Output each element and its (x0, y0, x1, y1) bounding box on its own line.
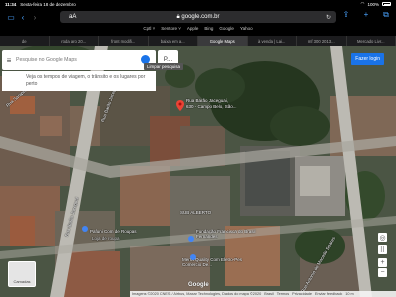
maps-search-box[interactable]: ≡ Pesquise no Google Maps ⌕ (2, 50, 156, 70)
clear-search-tooltip: Limpar pesquisa (144, 63, 184, 70)
poi-label: Pafuni Com de Roupas (90, 229, 137, 234)
status-bar: 11:34 Sexta-feira 18 de dezembro ◠ 100% (0, 0, 396, 8)
sign-in-button[interactable]: Fazer login (351, 53, 384, 65)
shopping-pin-icon[interactable] (82, 226, 88, 232)
wifi-icon: ◠ (360, 1, 365, 6)
footer-link[interactable]: Enviar feedback (315, 292, 342, 296)
imagery-credit: Imagens ©2020 CNES / Airbus, Maxar Techn… (132, 292, 262, 296)
zoom-in-button[interactable]: + (378, 258, 387, 267)
footer-link[interactable]: Termos (277, 292, 289, 296)
sidebar-icon[interactable]: ▭ (5, 13, 17, 22)
lock-icon: 🔒︎ (176, 13, 180, 20)
favorite-item[interactable]: Cptl ˅ (143, 26, 155, 35)
share-icon[interactable]: ⇪ (340, 10, 352, 20)
favorite-item[interactable]: Yahoo (240, 26, 253, 35)
shopping-pin-icon[interactable] (190, 254, 196, 260)
map-grid-icon[interactable]: ⠿ (378, 245, 387, 254)
footer-link[interactable]: Brasil (264, 292, 274, 296)
tab[interactable]: Mercado Livr... (347, 36, 396, 46)
tab[interactable]: baixa em a... (149, 36, 198, 46)
status-time: 11:34 (5, 1, 17, 7)
tab[interactable]: front modifi... (99, 36, 149, 46)
battery-icon (382, 2, 391, 6)
footer-link[interactable]: Privacidade (292, 292, 312, 296)
layers-label: Camadas (13, 279, 31, 284)
favorite-item[interactable]: Apple (187, 26, 199, 35)
poi-label: SUB ALBERTO (180, 210, 212, 215)
poi-sublabel: Loja de roupa (92, 236, 120, 241)
zoom-out-button[interactable]: − (378, 268, 387, 277)
shopping-pin-icon[interactable] (188, 236, 194, 242)
address-domain-text: google.com.br (181, 13, 220, 20)
new-tab-icon[interactable]: + (360, 10, 372, 20)
address-bar[interactable]: aA 🔒︎ google.com.br ↻ (60, 11, 336, 23)
tab[interactable]: roda aro 20... (50, 36, 99, 46)
tab-bar: de roda aro 20... front modifi... baixa … (0, 36, 396, 46)
tab[interactable]: de (0, 36, 50, 46)
tab[interactable]: à venda | Lai... (248, 36, 297, 46)
travel-hint[interactable]: Veja os tempos de viagem, o trânsito e o… (2, 71, 156, 91)
address-domain: 🔒︎ google.com.br (60, 14, 336, 21)
battery-percent: 100% (367, 1, 379, 7)
tab[interactable]: mf 300 2013... (297, 36, 347, 46)
google-logo: Google (188, 282, 209, 288)
toolbar-right: ⇪ + ⧉ (340, 10, 392, 20)
favorite-item[interactable]: Google (219, 26, 234, 35)
menu-icon[interactable]: ≡ (2, 56, 16, 65)
place-pin-icon[interactable] (176, 100, 184, 111)
forward-icon[interactable]: › (29, 13, 41, 22)
safari-window: { "status": {"time": "11:34", "date": "S… (0, 0, 396, 297)
layers-toggle[interactable]: Camadas (8, 261, 36, 287)
scale-label: 10 m (345, 292, 354, 296)
place-address-line2: 630 - Campo Belo, São... (186, 104, 237, 109)
favorites-bar: Cptl ˅ Sentore ˅ Apple Bing Google Yahoo (0, 26, 396, 35)
my-location-icon[interactable]: ◎ (378, 233, 387, 242)
back-icon[interactable]: ‹ (17, 13, 29, 22)
favorite-item[interactable]: Bing (204, 26, 213, 35)
favorite-item[interactable]: Sentore ˅ (161, 26, 181, 35)
poi-label: Fundação Francisca do Brasil Fernandes (196, 229, 256, 239)
tab-google-maps[interactable]: Google Maps (198, 36, 248, 46)
place-address-line1: Rua Barão Jaceguai, (186, 98, 229, 103)
tabs-overview-icon[interactable]: ⧉ (380, 10, 392, 20)
status-date: Sexta-feira 18 de dezembro (20, 1, 76, 7)
search-input[interactable]: Pesquise no Google Maps (16, 57, 146, 63)
map-footer: Imagens ©2020 CNES / Airbus, Maxar Techn… (130, 291, 396, 297)
